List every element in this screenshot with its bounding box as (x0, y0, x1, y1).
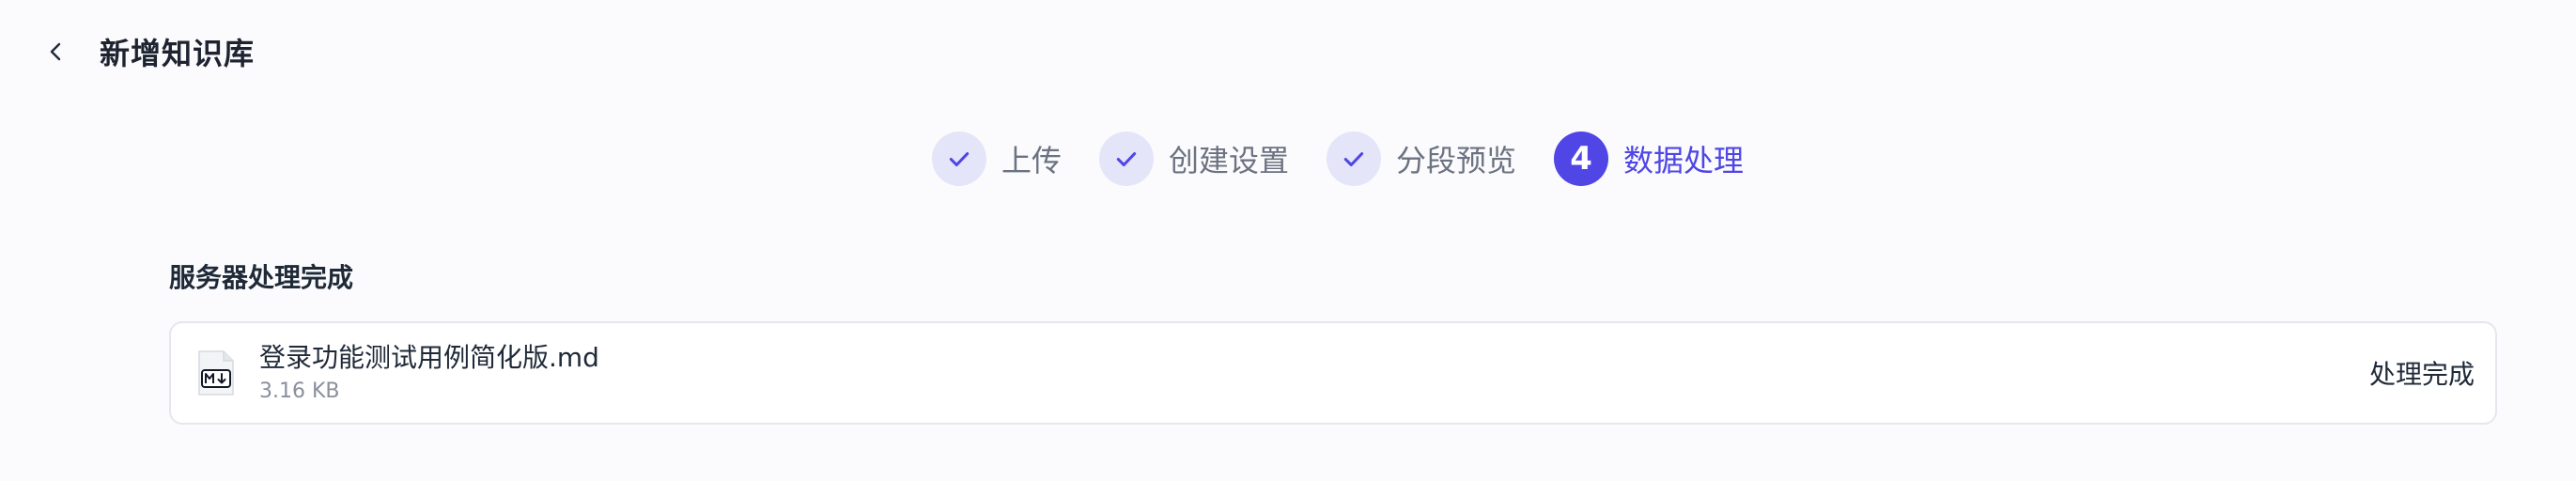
step-label: 创建设置 (1169, 143, 1290, 178)
step-upload: 上传 (932, 132, 1062, 186)
check-icon (1343, 152, 1364, 167)
step-label: 分段预览 (1396, 143, 1517, 178)
check-icon (1116, 152, 1137, 167)
step-done-circle (1099, 132, 1155, 186)
file-card: 登录功能测试用例简化版.md 3.16 KB 处理完成 (169, 321, 2497, 425)
step-data-processing: 4 数据处理 (1554, 132, 1744, 186)
step-label: 上传 (1001, 143, 1063, 178)
step-done-circle (1327, 132, 1382, 186)
file-name: 登录功能测试用例简化版.md (259, 342, 599, 373)
page-title: 新增知识库 (100, 36, 256, 71)
stepper: 上传 创建设置 分段预览 4 数据处理 (932, 132, 1744, 186)
step-create-settings: 创建设置 (1099, 132, 1289, 186)
file-status: 处理完成 (2368, 359, 2475, 390)
page-header: 新增知识库 (38, 26, 255, 77)
step-done-circle (932, 132, 986, 186)
section-title: 服务器处理完成 (169, 262, 354, 293)
markdown-file-icon (198, 350, 234, 396)
file-meta: 登录功能测试用例简化版.md 3.16 KB (259, 340, 599, 406)
step-segment-preview: 分段预览 (1327, 132, 1516, 186)
step-label-active: 数据处理 (1623, 143, 1745, 178)
file-size: 3.16 KB (259, 380, 340, 403)
back-button[interactable] (38, 33, 75, 70)
step-number-circle: 4 (1554, 132, 1609, 186)
chevron-left-icon (50, 42, 61, 61)
check-icon (949, 152, 970, 167)
